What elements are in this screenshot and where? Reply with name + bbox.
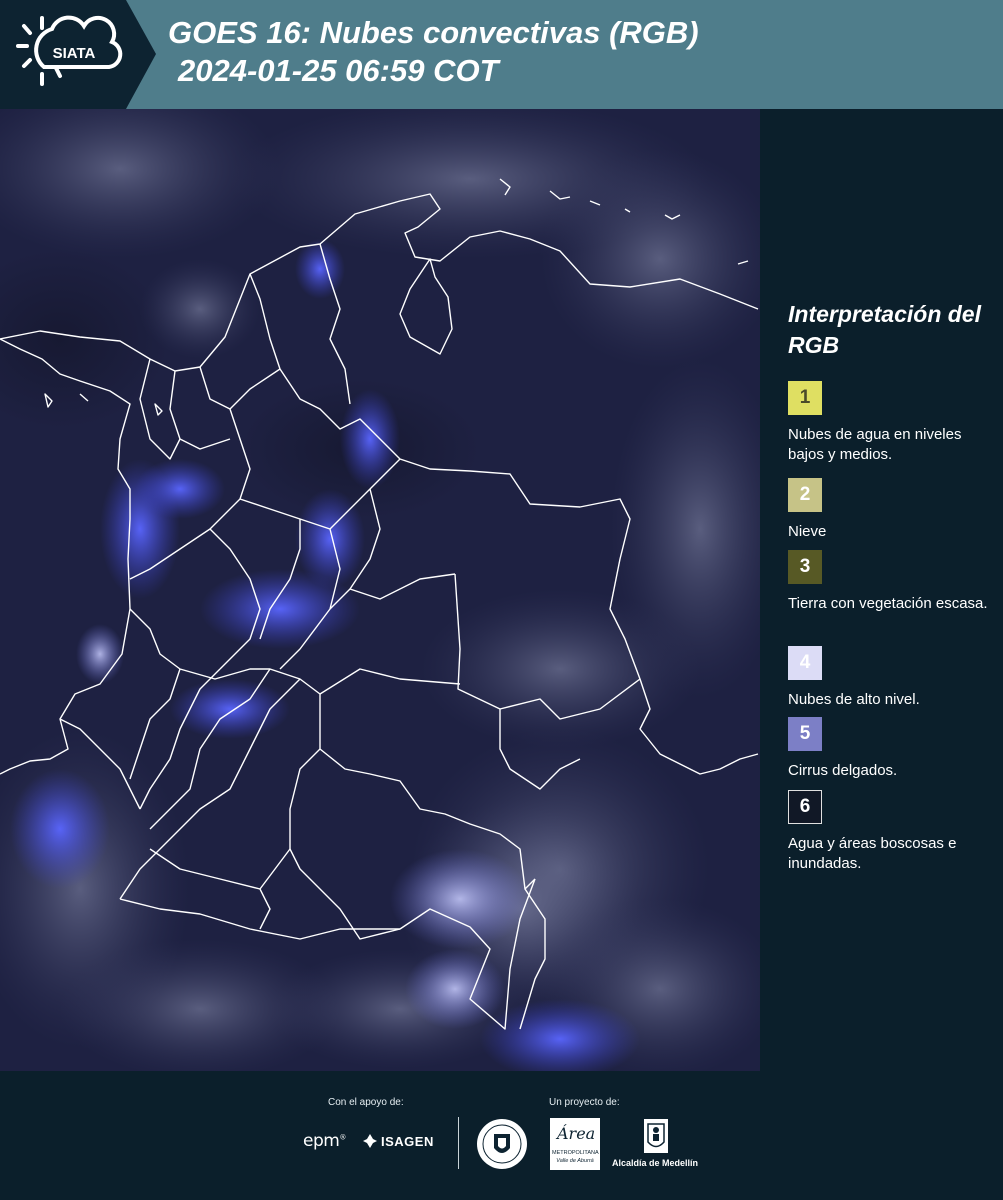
legend-label: Nubes de alto nivel. xyxy=(788,691,920,708)
footer-bar: Con el apoyo de: Un proyecto de: epm® IS… xyxy=(0,1071,1003,1200)
legend-label: Nubes de agua en niveles bajos y medios. xyxy=(788,426,962,463)
isagen-logo: ISAGEN xyxy=(362,1133,434,1149)
title-timestamp: 2024-01-25 06:59 COT xyxy=(178,53,499,88)
legend-swatch: 5 xyxy=(788,717,822,751)
support-caption: Con el apoyo de: xyxy=(328,1097,404,1108)
area-metropolitana-logo: Área METROPOLITANA Valle de Aburrá xyxy=(550,1118,600,1170)
legend-label: Tierra con vegetación escasa. xyxy=(788,595,988,612)
satellite-map xyxy=(0,109,760,1071)
legend-item: 6 Agua y áreas boscosas e inundadas. xyxy=(788,790,998,874)
legend-label: Nieve xyxy=(788,523,827,540)
legend-item: 4 Nubes de alto nivel. xyxy=(788,646,998,710)
legend-swatch: 4 xyxy=(788,646,822,680)
logo-panel: SIATA xyxy=(0,0,156,109)
legend-item: 3 Tierra con vegetación escasa. xyxy=(788,550,998,614)
header-bar: SIATA GOES 16: Nubes convectivas (RGB) 2… xyxy=(0,0,1003,109)
siata-logo: SIATA xyxy=(16,15,123,86)
legend-label: Agua y áreas boscosas e inundadas. xyxy=(788,835,957,872)
epm-logo: epm® xyxy=(303,1131,346,1151)
page-title: GOES 16: Nubes convectivas (RGB) 2024-01… xyxy=(168,14,948,90)
satellite-image xyxy=(0,109,760,1071)
isagen-icon xyxy=(363,1134,377,1148)
project-caption: Un proyecto de: xyxy=(549,1097,620,1108)
epm-logo-text: epm xyxy=(303,1131,340,1151)
isagen-logo-text: ISAGEN xyxy=(381,1133,434,1149)
legend-swatch: 6 xyxy=(788,790,822,824)
university-seal-icon xyxy=(477,1119,527,1169)
legend-swatch: 1 xyxy=(788,381,822,415)
area-logo-subtitle-2: Valle de Aburrá xyxy=(556,1158,594,1164)
alcaldia-coat-of-arms-icon xyxy=(644,1119,668,1153)
legend-item: 5 Cirrus delgados. xyxy=(788,717,998,781)
legend-item: 1 Nubes de agua en niveles bajos y medios… xyxy=(788,381,998,465)
area-logo-subtitle: METROPOLITANA xyxy=(552,1150,599,1156)
legend-label: Cirrus delgados. xyxy=(788,762,898,779)
siata-logo-text: SIATA xyxy=(53,45,96,62)
area-logo-script: Área xyxy=(557,1124,596,1143)
title-product: GOES 16: Nubes convectivas (RGB) xyxy=(168,15,699,50)
legend-swatch: 2 xyxy=(788,478,822,512)
legend-item: 2 Nieve xyxy=(788,478,998,542)
alcaldia-label: Alcaldía de Medellín xyxy=(612,1158,699,1168)
legend-title: Interpretación del RGB xyxy=(788,301,981,358)
footer-divider xyxy=(458,1117,459,1169)
legend-panel: Interpretación del RGB 1 Nubes de agua en… xyxy=(760,109,1003,1071)
legend-swatch: 3 xyxy=(788,550,822,584)
